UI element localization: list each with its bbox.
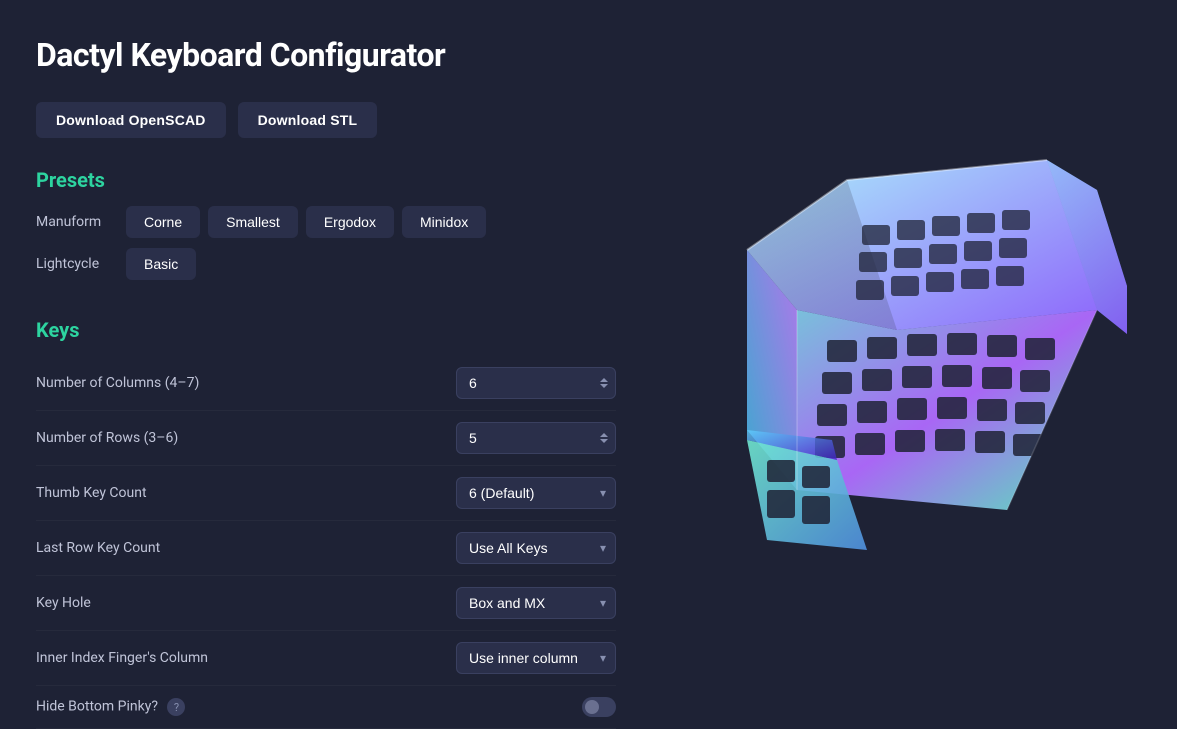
label-rows: Number of Rows (3–6)	[36, 430, 456, 446]
config-row-thumb-key-count: Thumb Key Count 6 (Default) 3 4 5 7 ▾	[36, 466, 616, 521]
preset-smallest[interactable]: Smallest	[208, 206, 298, 238]
config-row-hide-bottom-pinky: Hide Bottom Pinky? ?	[36, 686, 616, 729]
inner-index-select[interactable]: Use inner column No inner column	[456, 642, 616, 674]
control-rows	[456, 422, 616, 454]
page-title: Dactyl Keyboard Configurator	[36, 36, 616, 74]
control-columns	[456, 367, 616, 399]
config-row-last-row-key-count: Last Row Key Count Use All Keys Zero Las…	[36, 521, 616, 576]
preset-buttons-row1: Corne Smallest Ergodox Minidox	[126, 206, 486, 238]
control-hide-bottom-pinky	[582, 697, 616, 717]
preset-buttons-row2: Basic	[126, 248, 196, 280]
label-inner-index: Inner Index Finger's Column	[36, 650, 456, 666]
label-columns: Number of Columns (4–7)	[36, 375, 456, 391]
preset-minidox[interactable]: Minidox	[402, 206, 486, 238]
keyboard-3d-view	[667, 130, 1127, 550]
columns-input-wrapper	[456, 367, 616, 399]
last-row-key-count-select[interactable]: Use All Keys Zero Last Two	[456, 532, 616, 564]
config-row-rows: Number of Rows (3–6)	[36, 411, 616, 466]
hide-bottom-pinky-checkbox[interactable]	[582, 697, 616, 717]
preset-row-2: Lightcycle Basic	[36, 248, 616, 280]
control-last-row-key-count: Use All Keys Zero Last Two ▾	[456, 532, 616, 564]
download-buttons: Download OpenSCAD Download STL	[36, 102, 616, 138]
preset-label-lightcycle: Lightcycle	[36, 256, 116, 272]
thumb-key-count-select[interactable]: 6 (Default) 3 4 5 7	[456, 477, 616, 509]
config-row-columns: Number of Columns (4–7)	[36, 356, 616, 411]
columns-input[interactable]	[456, 367, 616, 399]
preset-basic[interactable]: Basic	[126, 248, 196, 280]
download-openscad-button[interactable]: Download OpenSCAD	[36, 102, 226, 138]
left-panel: Dactyl Keyboard Configurator Download Op…	[36, 36, 616, 643]
config-row-inner-index: Inner Index Finger's Column Use inner co…	[36, 631, 616, 686]
preset-row-1: Manuform Corne Smallest Ergodox Minidox	[36, 206, 616, 238]
inner-index-select-wrapper: Use inner column No inner column ▾	[456, 642, 616, 674]
control-thumb-key-count: 6 (Default) 3 4 5 7 ▾	[456, 477, 616, 509]
keyboard-svg	[667, 130, 1127, 550]
right-panel	[656, 36, 1137, 643]
keys-title: Keys	[36, 318, 616, 342]
rows-input-wrapper	[456, 422, 616, 454]
preset-corne[interactable]: Corne	[126, 206, 200, 238]
label-thumb-key-count: Thumb Key Count	[36, 485, 456, 501]
key-hole-select[interactable]: Box and MX MX Only Alps	[456, 587, 616, 619]
label-hide-bottom-pinky: Hide Bottom Pinky? ?	[36, 698, 582, 716]
control-inner-index: Use inner column No inner column ▾	[456, 642, 616, 674]
config-row-key-hole: Key Hole Box and MX MX Only Alps ▾	[36, 576, 616, 631]
preset-label-manuform: Manuform	[36, 214, 116, 230]
control-key-hole: Box and MX MX Only Alps ▾	[456, 587, 616, 619]
download-stl-button[interactable]: Download STL	[238, 102, 378, 138]
preset-ergodox[interactable]: Ergodox	[306, 206, 394, 238]
label-last-row-key-count: Last Row Key Count	[36, 540, 456, 556]
help-icon[interactable]: ?	[167, 698, 185, 716]
presets-title: Presets	[36, 168, 616, 192]
last-row-key-count-select-wrapper: Use All Keys Zero Last Two ▾	[456, 532, 616, 564]
label-key-hole: Key Hole	[36, 595, 456, 611]
key-hole-select-wrapper: Box and MX MX Only Alps ▾	[456, 587, 616, 619]
thumb-key-count-select-wrapper: 6 (Default) 3 4 5 7 ▾	[456, 477, 616, 509]
keys-section: Keys Number of Columns (4–7) Number of	[36, 318, 616, 729]
presets-section: Presets Manuform Corne Smallest Ergodox …	[36, 168, 616, 290]
rows-input[interactable]	[456, 422, 616, 454]
